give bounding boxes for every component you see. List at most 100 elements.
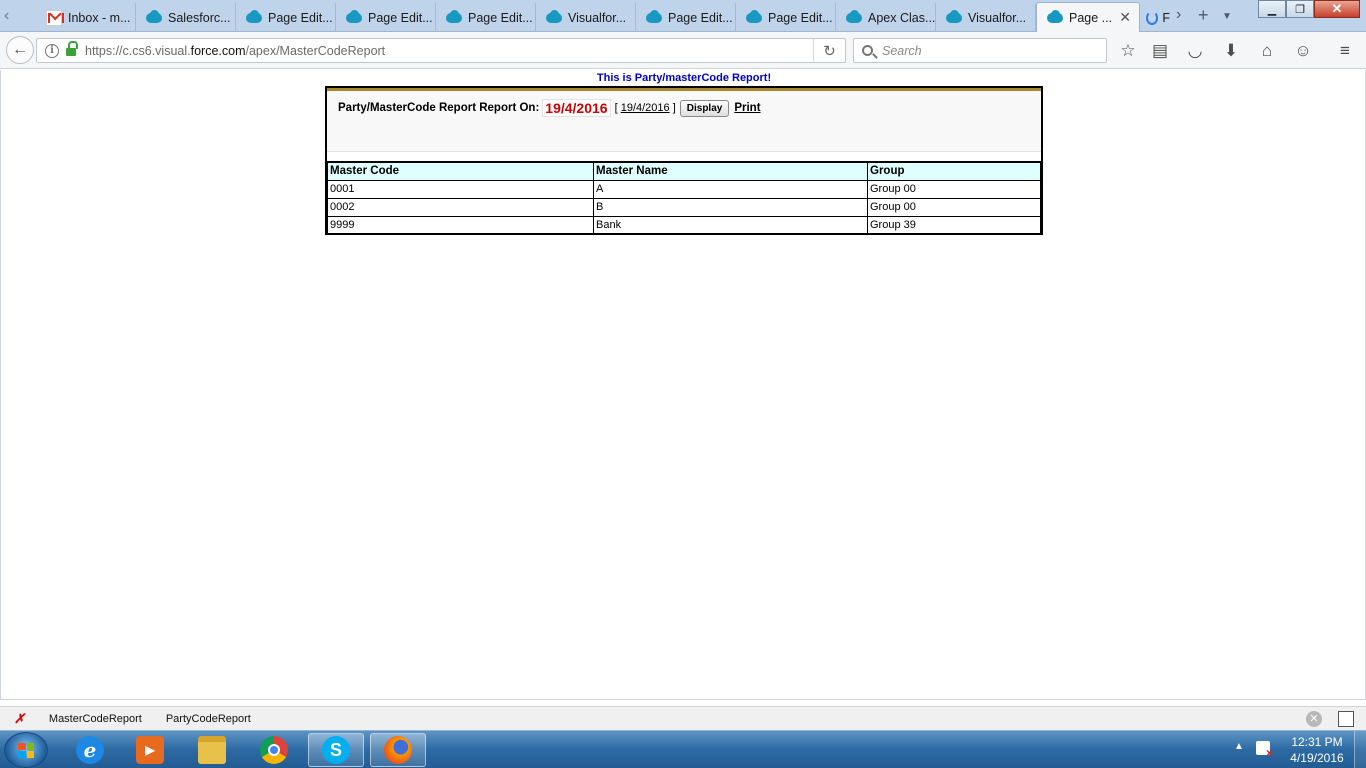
display-button[interactable]: Display (679, 99, 730, 117)
tab-visualforce-1[interactable]: Visualfor... (536, 3, 636, 32)
window-controls: ▁ ❐ ✕ (1258, 0, 1360, 18)
tab-label: F (1162, 10, 1170, 25)
close-circle-icon[interactable]: ✕ (1306, 711, 1322, 727)
search-placeholder: Search (882, 43, 922, 58)
maximize-icon[interactable]: ❐ (1286, 0, 1314, 18)
tab-label: Inbox - m... (68, 10, 131, 25)
url-path: /apex/MasterCodeReport (245, 43, 386, 58)
pocket-icon[interactable]: ◡ (1185, 41, 1205, 61)
salesforce-cloud-icon (846, 9, 862, 26)
windows-taskbar: e ▶ S ▲ 12:31 PM 4/19/2016 (0, 730, 1366, 768)
tab-page-edit-1[interactable]: Page Edit... (236, 3, 336, 32)
ie-logo: e (76, 736, 104, 764)
site-info-icon[interactable]: i (45, 43, 59, 58)
cell-master-name: A (593, 179, 868, 199)
tab-scroll-right-icon[interactable]: › (1176, 5, 1181, 25)
tab-scroll-left-icon[interactable]: ‹ (4, 7, 16, 25)
tab-active-page[interactable]: Page ... ✕ (1036, 2, 1140, 32)
bookmark-star-icon[interactable]: ☆ (1118, 41, 1138, 61)
cell-master-name: Bank (593, 215, 868, 235)
salesforce-cloud-icon (446, 9, 462, 26)
report-on-label: Party/MasterCode Report Report On: (338, 102, 540, 114)
column-header-master-name: Master Name (593, 161, 868, 181)
salesforce-cloud-icon (246, 9, 262, 26)
tab-label: Page Edit... (668, 10, 733, 25)
hamburger-menu-icon[interactable]: ≡ (1335, 41, 1355, 61)
cell-group: Group 00 (867, 197, 1041, 217)
search-icon (862, 45, 873, 56)
home-icon[interactable]: ⌂ (1257, 41, 1277, 61)
media-player-icon[interactable]: ▶ (122, 733, 178, 767)
window-close-icon[interactable]: ✕ (1314, 0, 1360, 18)
gmail-icon (46, 9, 64, 26)
url-prefix: https://c.cs6.visual. (85, 43, 191, 58)
tab-label: Salesforc... (168, 10, 231, 25)
bracket-close: ] (672, 102, 676, 114)
bracket-open: [ (614, 102, 618, 114)
search-box[interactable]: Search (853, 38, 1107, 63)
tray-expand-icon[interactable]: ▲ (1234, 741, 1244, 752)
column-header-group: Group (867, 161, 1041, 181)
selected-date-field[interactable]: 19/4/2016 (542, 99, 611, 117)
tab-label: Page Edit... (468, 10, 533, 25)
url-bar[interactable]: i https://c.cs6.visual.force.com/apex/Ma… (36, 38, 846, 63)
tab-list-dropdown-icon[interactable]: ▼ (1222, 7, 1232, 27)
file-explorer-icon[interactable] (184, 733, 240, 767)
cell-group: Group 00 (867, 179, 1041, 199)
firefox-logo (384, 736, 412, 764)
tab-label: Page Edit... (768, 10, 833, 25)
bookmark-party-code-report[interactable]: PartyCodeReport (166, 713, 251, 725)
bottom-bookmark-bar: ✗ MasterCodeReport PartyCodeReport ✕ (0, 706, 1366, 730)
tab-page-edit-5[interactable]: Page Edit... (736, 3, 836, 32)
reader-list-icon[interactable]: ▤ (1150, 41, 1170, 61)
system-clock[interactable]: 12:31 PM 4/19/2016 (1282, 734, 1352, 766)
cell-master-code: 0001 (327, 179, 594, 199)
action-center-flag-icon[interactable] (1256, 741, 1273, 760)
print-link[interactable]: Print (734, 102, 760, 114)
start-button-icon[interactable] (4, 732, 48, 768)
salesforce-cloud-icon (546, 9, 562, 26)
url-text[interactable]: https://c.cs6.visual.force.com/apex/Mast… (85, 44, 385, 58)
windows-logo-icon (18, 743, 34, 758)
tab-apex-class[interactable]: Apex Clas... (836, 3, 936, 32)
tab-page-edit-3[interactable]: Page Edit... (436, 3, 536, 32)
tab-label: Page Edit... (268, 10, 333, 25)
tab-loading[interactable]: F (1140, 3, 1170, 32)
tab-visualforce-2[interactable]: Visualfor... (936, 3, 1036, 32)
cell-master-name: B (593, 197, 868, 217)
tab-label: Page ... (1069, 10, 1113, 25)
skype-logo: S (322, 736, 350, 764)
firefox-icon[interactable] (370, 733, 426, 767)
cell-master-code: 9999 (327, 215, 594, 235)
internet-explorer-icon[interactable]: e (62, 733, 118, 767)
new-tab-icon[interactable]: + (1198, 5, 1209, 25)
close-bar-icon[interactable]: ✗ (14, 711, 25, 727)
report-heading: This is Party/masterCode Report! (596, 72, 772, 84)
tab-page-edit-4[interactable]: Page Edit... (636, 3, 736, 32)
show-desktop-button[interactable] (1354, 731, 1366, 768)
tab-label: Apex Clas... (868, 10, 936, 25)
salesforce-cloud-icon (946, 9, 962, 26)
today-date-link[interactable]: 19/4/2016 (621, 102, 670, 114)
salesforce-cloud-icon (646, 9, 662, 26)
tab-page-edit-2[interactable]: Page Edit... (336, 3, 436, 32)
reload-icon[interactable]: ↻ (813, 39, 845, 62)
download-arrow-icon[interactable]: ⬇ (1221, 41, 1241, 61)
tab-inbox[interactable]: Inbox - m... (36, 3, 136, 32)
minimize-icon[interactable]: ▁ (1258, 0, 1286, 18)
lock-icon[interactable] (66, 41, 78, 56)
hello-chat-icon[interactable]: ☺ (1293, 41, 1313, 61)
tab-list: Inbox - m... Salesforc... Page Edit... P… (36, 2, 1170, 32)
folder-logo (198, 736, 226, 764)
report-filter-area: Party/MasterCode Report Report On: 19/4/… (327, 88, 1041, 152)
browser-tab-strip: ‹ Inbox - m... Salesforc... Page Edit...… (0, 0, 1366, 32)
bookmark-master-code-report[interactable]: MasterCodeReport (49, 713, 142, 725)
back-arrow-icon[interactable]: ← (6, 36, 34, 64)
tab-close-icon[interactable]: ✕ (1119, 10, 1131, 24)
chrome-icon[interactable] (246, 733, 302, 767)
tab-salesforce[interactable]: Salesforc... (136, 3, 236, 32)
clock-date: 4/19/2016 (1290, 751, 1344, 765)
tab-label: Page Edit... (368, 10, 433, 25)
skype-icon[interactable]: S (308, 733, 364, 767)
panel-toggle-icon[interactable] (1338, 711, 1354, 727)
